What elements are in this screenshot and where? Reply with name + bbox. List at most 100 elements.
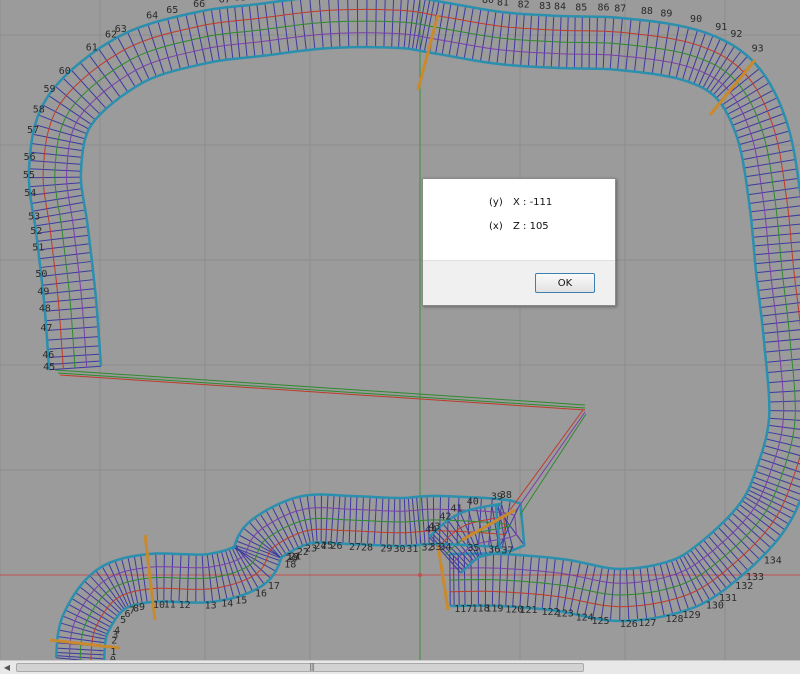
track-tick-label: 17 (268, 581, 280, 592)
track-tick-label: 62 (105, 30, 117, 41)
main-track-rib (328, 0, 333, 48)
inner-track-lane-line (68, 507, 518, 660)
scroll-left-icon[interactable]: ◀ (0, 661, 14, 674)
track-tick-label: 51 (32, 243, 44, 254)
dialog-footer: OK (423, 260, 615, 305)
dialog-message: (y) X : -111 (x) Z : 105 (423, 179, 615, 261)
track-tick-label: 91 (715, 22, 727, 33)
track-tick-label: 50 (35, 269, 47, 280)
track-tick-label: 47 (40, 323, 52, 334)
track-tick-label: 66 (193, 0, 205, 10)
track-tick-label: 1 (110, 647, 116, 658)
track-tick-label: 131 (719, 593, 737, 604)
track-tick-label: 55 (23, 170, 35, 181)
dialog-z-value: Z : 105 (513, 221, 549, 232)
track-tick-label: 36 (488, 544, 500, 555)
track-tick-label: 15 (235, 596, 247, 607)
track-tick-label: 4 (114, 626, 120, 637)
track-tick-label: 85 (575, 2, 587, 13)
track-tick-label: 9 (139, 602, 145, 613)
dialog-line-x: (y) X : -111 (489, 197, 552, 208)
track-tick-label: 89 (660, 8, 672, 19)
main-track-rib (391, 0, 395, 48)
main-track-rib (752, 223, 800, 230)
main-track-rib (753, 241, 800, 247)
track-tick-label: 121 (519, 605, 537, 616)
track-tick-label: 88 (641, 6, 653, 17)
track-drawing[interactable]: 6364656667686970717273747576777879808182… (0, 0, 800, 660)
track-tick-label: 87 (614, 3, 626, 14)
dialog-line-z: (x) Z : 105 (489, 221, 549, 232)
track-tick-label: 49 (37, 287, 49, 298)
main-track-inner-edge (79, 45, 771, 571)
track-tick-label: 14 (221, 599, 233, 610)
ok-button[interactable]: OK (535, 273, 595, 293)
main-track-rib (764, 348, 800, 353)
inner-track-lane-line (90, 516, 506, 660)
track-tick-label: 48 (39, 304, 51, 315)
dialog-axis-y: (y) (489, 197, 503, 208)
main-track-rib (767, 379, 800, 384)
main-track-rib (759, 293, 800, 300)
track-tick-label: 83 (539, 1, 551, 12)
connector-line (54, 369, 586, 406)
track-tick-label: 42 (439, 511, 451, 522)
main-track-lane-line (54, 20, 796, 596)
coordinate-dialog: (y) X : -111 (x) Z : 105 OK (422, 178, 616, 306)
main-track-rib (337, 0, 341, 48)
checkpoint-marker (708, 59, 757, 116)
main-track-outer-edge (27, 0, 800, 623)
main-track-rib (765, 438, 800, 448)
track-editor-canvas[interactable]: 6364656667686970717273747576777879808182… (0, 0, 800, 660)
track-tick-label: 90 (690, 14, 702, 25)
track-tick-label: 134 (764, 556, 782, 567)
main-track-rib (763, 445, 800, 457)
track-tick-label: 81 (497, 0, 509, 8)
origin-marker (418, 573, 422, 577)
track-tick-label: 67 (219, 0, 231, 5)
track-tick-label: 133 (746, 572, 764, 583)
track-tick-label: 125 (592, 616, 610, 627)
track-tick-label: 34 (439, 542, 451, 553)
track-tick-label: 40 (467, 496, 479, 507)
scrollbar-thumb[interactable]: ||| (16, 662, 584, 672)
track-tick-label: 126 (620, 619, 638, 630)
track-tick-label: 37 (501, 546, 513, 557)
horizontal-scrollbar[interactable]: ◀ ||| (0, 660, 800, 674)
connector-line (519, 413, 587, 516)
track-tick-label: 27 (349, 542, 361, 553)
main-track-rib (768, 390, 800, 394)
dialog-x-value: X : -111 (513, 197, 553, 208)
track-tick-label: 65 (166, 5, 178, 16)
track-tick-label: 80 (482, 0, 494, 6)
track-tick-label: 79 (459, 0, 471, 2)
track-tick-label: 57 (27, 125, 39, 136)
main-track-rib (347, 0, 350, 48)
track-tick-label: 52 (30, 226, 42, 237)
main-track-rib (768, 424, 800, 430)
track-tick-label: 129 (683, 610, 701, 621)
track-tick-label: 56 (24, 152, 36, 163)
main-track-rib (750, 205, 800, 213)
connector-line (509, 409, 584, 511)
track-tick-label: 26 (331, 541, 343, 552)
main-track-rib (764, 338, 800, 343)
track-tick-label: 61 (86, 43, 98, 54)
main-track-rib (757, 276, 800, 283)
track-tick-label: 16 (255, 589, 267, 600)
track-tick-label: 11 (164, 599, 176, 610)
dialog-axis-x: (x) (489, 221, 503, 232)
main-track-rib (398, 0, 402, 48)
track-tick-label: 45 (43, 362, 55, 373)
track-tick-label: 28 (361, 542, 373, 553)
track-tick-label: 53 (28, 212, 40, 223)
track-tick-label: 60 (59, 66, 71, 77)
main-track-rib (318, 0, 324, 49)
track-tick-label: 69 (256, 0, 268, 1)
main-track-rib (766, 358, 800, 363)
checkpoint-marker (436, 544, 450, 611)
track-tick-label: 128 (666, 614, 684, 625)
main-track-rib (383, 0, 386, 48)
track-tick-label: 86 (598, 3, 610, 14)
main-track-rib (754, 250, 800, 256)
